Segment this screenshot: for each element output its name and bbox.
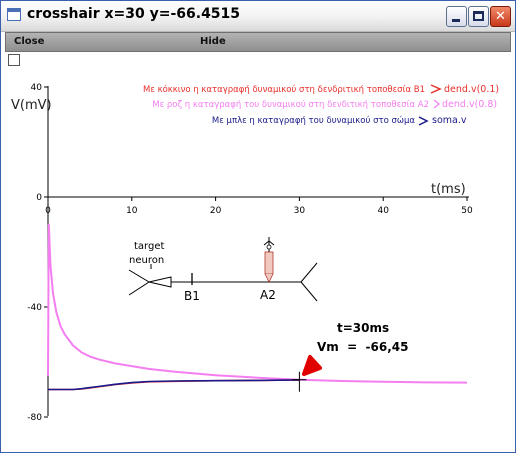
arrow-blue-icon (418, 116, 429, 126)
annotation-vm: Vm = -66,45 (317, 340, 409, 354)
legend-text-red: Με κόκκινο η καταγραφή δυναμικού στη δεν… (143, 84, 425, 95)
arrow-red-icon (430, 84, 442, 94)
y-tick-label: 0 (36, 193, 42, 203)
electrode-icon (263, 237, 275, 283)
y-axis-label: V(mV) (11, 98, 52, 113)
y-tick-label: -40 (27, 303, 42, 313)
x-tick-label: 30 (294, 206, 306, 216)
axon-hillock-icon (148, 276, 172, 288)
x-tick-label: 0 (45, 206, 51, 216)
trace-dend-v-0-8 (47, 223, 468, 384)
x-ticks: 0 10 20 30 40 50 (45, 197, 473, 216)
legend-name-pink: dend.v(0.8) (442, 99, 497, 110)
arrow-pink-icon (433, 99, 440, 109)
site-a2-label: A2 (260, 288, 276, 302)
legend-text-blue: Με μπλε η καταγραφή του δυναμικού στο σώ… (212, 115, 415, 126)
y-tick-label: -80 (27, 413, 42, 423)
x-axis-label: t(ms) (431, 182, 466, 197)
trace-soma-v (48, 379, 300, 391)
traces (47, 223, 468, 391)
soma-icon (128, 269, 150, 296)
neuron-label-target: target (134, 241, 164, 252)
annotation-time: t=30ms (337, 321, 389, 335)
legend: Με κόκκινο η καταγραφή δυναμικού στη δεν… (143, 84, 499, 126)
y-ticks: 40 0 -40 -80 (27, 83, 48, 423)
neuron-diagram: target neuron B1 A2 (128, 237, 318, 303)
legend-text-pink: Με ροζ η καταγραφή του δυναμικού στη δεν… (152, 99, 429, 110)
pointer-arrow-icon (302, 355, 322, 376)
x-tick-label: 10 (126, 206, 138, 216)
x-tick-label: 20 (210, 206, 222, 216)
x-tick-label: 40 (377, 206, 389, 216)
legend-name-blue: soma.v (432, 115, 467, 126)
x-tick-label: 50 (461, 206, 473, 216)
voltage-plot[interactable]: 40 0 -40 -80 0 10 20 30 40 50 V(mV) t(ms) Με κόκ… (1, 1, 515, 452)
dendrite-branch-icon (300, 262, 318, 302)
crosshair-window: crosshair x=30 y=-66.4515 ✕ Close Hide 4… (0, 0, 516, 453)
site-b1-label: B1 (184, 289, 200, 303)
neuron-label-neuron: neuron (129, 255, 164, 266)
legend-name-red: dend.v(0.1) (444, 84, 499, 95)
y-tick-label: 40 (31, 83, 43, 93)
